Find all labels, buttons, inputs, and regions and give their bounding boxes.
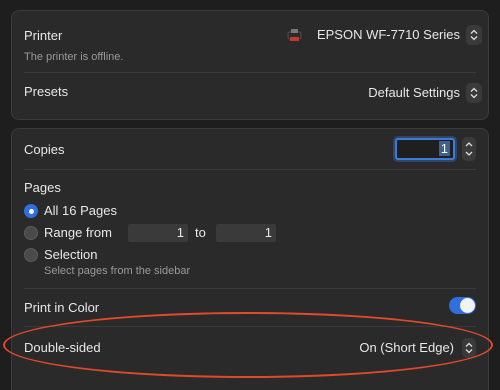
copies-value: 1 <box>438 141 450 156</box>
pages-label: Pages <box>24 180 61 195</box>
printer-name: EPSON WF-7710 Series <box>316 27 460 42</box>
presets-select[interactable]: Default Settings <box>312 81 482 105</box>
printer-presets-panel: Printer The printer is offline. EPSON WF… <box>11 10 489 120</box>
copies-input[interactable]: 1 <box>395 138 455 160</box>
up-down-chevron-icon <box>462 338 476 358</box>
double-sided-value: On (Short Edge) <box>359 340 454 355</box>
printer-label: Printer <box>24 28 63 43</box>
range-from-input[interactable]: 1 <box>128 224 188 242</box>
divider <box>24 288 476 289</box>
radio-all-pages[interactable] <box>24 204 38 218</box>
copies-stepper[interactable] <box>462 137 476 161</box>
radio-selection[interactable] <box>24 248 38 262</box>
presets-label: Presets <box>24 84 69 99</box>
up-down-chevron-icon <box>465 142 473 156</box>
divider <box>24 326 476 327</box>
divider <box>24 169 476 170</box>
selection-hint: Select pages from the sidebar <box>44 265 191 277</box>
up-down-chevron-icon <box>466 83 482 103</box>
print-in-color-label: Print in Color <box>24 300 100 315</box>
printer-select[interactable]: EPSON WF-7710 Series <box>282 23 482 47</box>
range-to-label: to <box>195 225 206 240</box>
up-down-chevron-icon <box>466 25 482 45</box>
range-to-input[interactable]: 1 <box>216 224 276 242</box>
printer-status: The printer is offline. <box>24 51 124 63</box>
divider <box>24 72 476 73</box>
radio-range-label: Range from <box>44 225 112 240</box>
print-options-panel: Copies 1 Pages All 16 Pages Range from 1… <box>11 128 489 390</box>
radio-all-pages-label: All 16 Pages <box>44 203 117 218</box>
print-in-color-toggle[interactable] <box>449 297 476 314</box>
printer-icon <box>287 28 302 42</box>
double-sided-label: Double-sided <box>24 340 101 355</box>
presets-value: Default Settings <box>368 85 460 100</box>
copies-label: Copies <box>24 142 65 157</box>
double-sided-select[interactable]: On (Short Edge) <box>312 336 476 360</box>
radio-selection-label: Selection <box>44 247 98 262</box>
radio-range[interactable] <box>24 226 38 240</box>
